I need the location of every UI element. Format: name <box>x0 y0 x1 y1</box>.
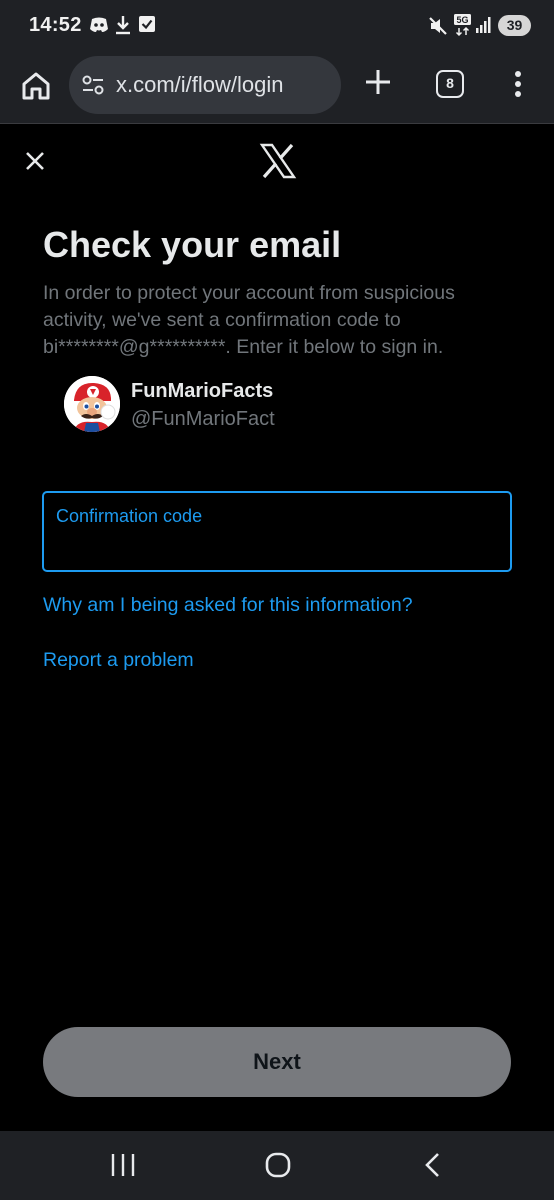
close-button[interactable] <box>22 148 48 174</box>
browser-toolbar: x.com/i/flow/login 8 <box>0 52 554 124</box>
plus-icon <box>366 70 390 94</box>
account-card: FunMarioFacts @FunMarioFact <box>64 376 484 434</box>
new-tab-button[interactable] <box>362 66 394 98</box>
discord-icon <box>88 14 110 36</box>
check-box-icon <box>138 14 156 34</box>
account-name: FunMarioFacts <box>131 380 274 402</box>
x-logo <box>259 142 297 180</box>
url-text: x.com/i/flow/login <box>116 72 284 97</box>
recents-icon[interactable] <box>110 1151 136 1184</box>
page-title: Check your email <box>43 224 342 265</box>
status-bar: 14:52 5G 39 <box>0 0 554 52</box>
system-nav-bar <box>0 1131 554 1200</box>
close-icon <box>26 152 44 170</box>
home-icon <box>22 72 50 100</box>
report-problem-link[interactable]: Report a problem <box>43 649 194 672</box>
site-settings-icon[interactable] <box>81 74 105 101</box>
confirmation-code-label: Confirmation code <box>56 506 203 526</box>
avatar <box>64 376 120 432</box>
svg-text:5G: 5G <box>456 15 468 25</box>
battery-icon: 39 <box>498 15 531 36</box>
download-icon <box>114 14 132 36</box>
page-description: In order to protect your account from su… <box>43 282 455 358</box>
home-circle-icon[interactable] <box>264 1151 292 1184</box>
account-handle: @FunMarioFact <box>131 408 275 430</box>
more-vert-icon[interactable] <box>508 70 528 100</box>
5g-icon: 5G <box>453 13 473 37</box>
status-time: 14:52 <box>29 14 82 36</box>
home-button[interactable] <box>16 66 56 106</box>
why-asked-link[interactable]: Why am I being asked for this informatio… <box>43 594 413 617</box>
mute-icon <box>428 16 448 36</box>
back-icon[interactable] <box>420 1151 446 1184</box>
confirmation-code-field[interactable]: Confirmation code <box>42 491 512 572</box>
url-bar[interactable]: x.com/i/flow/login <box>69 56 341 114</box>
tab-switcher-button[interactable]: 8 <box>436 70 464 98</box>
signal-icon <box>475 16 493 34</box>
next-button[interactable]: Next <box>43 1027 511 1097</box>
confirmation-code-input[interactable] <box>56 533 496 561</box>
